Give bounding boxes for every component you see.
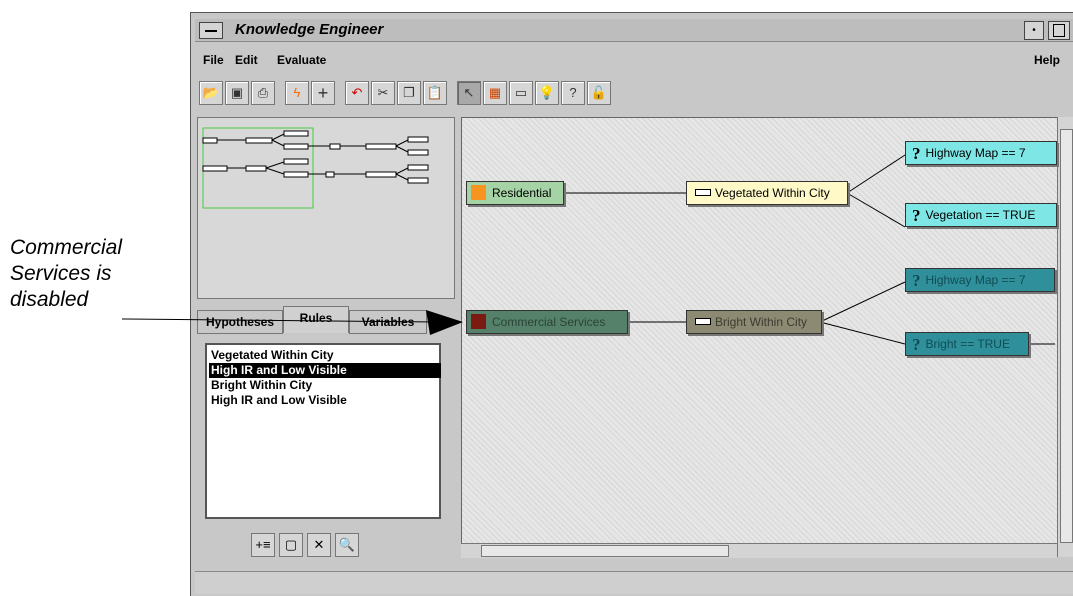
node-label: Commercial Services <box>492 315 606 329</box>
annotation: Commercial Services is disabled <box>10 235 122 313</box>
hypothesis-commercial-services[interactable]: Commercial Services <box>466 310 628 334</box>
tab-rules[interactable]: Rules <box>283 306 349 333</box>
tab-variables[interactable]: Variables <box>349 310 427 334</box>
variable-vegetation[interactable]: ? Vegetation == TRUE <box>905 203 1057 227</box>
node-label: Vegetation == TRUE <box>925 208 1036 222</box>
overview-map <box>202 127 429 209</box>
list-item[interactable]: Bright Within City <box>209 378 441 393</box>
window-menu-button[interactable] <box>199 22 223 39</box>
vertical-scrollbar[interactable] <box>1057 117 1073 557</box>
delete-icon[interactable]: ✕ <box>307 533 331 557</box>
menu-help[interactable]: Help <box>1034 53 1060 67</box>
menu-file[interactable]: File <box>203 53 224 67</box>
lightbulb-question-icon[interactable]: ? <box>561 81 585 105</box>
knowledge-engineer-window: Knowledge Engineer • File Edit Evaluate … <box>190 12 1073 596</box>
print-icon[interactable]: ⎙ <box>251 81 275 105</box>
node-label: Vegetated Within City <box>715 186 830 200</box>
overview-panel[interactable] <box>197 117 455 299</box>
hypothesis-color-swatch <box>471 314 486 330</box>
rule-icon[interactable]: ▭ <box>509 81 533 105</box>
node-label: Highway Map == 7 <box>925 273 1026 287</box>
open-folder-icon[interactable]: 📂 <box>199 81 223 105</box>
rule-icon <box>695 189 711 197</box>
frame-icon[interactable]: ▢ <box>279 533 303 557</box>
title-bar: Knowledge Engineer • <box>195 19 1073 42</box>
hypothesis-color-swatch <box>471 185 486 201</box>
rule-vegetated-within-city[interactable]: Vegetated Within City <box>686 181 848 205</box>
cut-icon[interactable]: ✂ <box>371 81 395 105</box>
hypothesis-residential[interactable]: Residential <box>466 181 564 205</box>
vertical-scroll-thumb[interactable] <box>1060 129 1073 543</box>
copy-icon[interactable]: ❐ <box>397 81 421 105</box>
rules-list[interactable]: Vegetated Within City High IR and Low Vi… <box>205 343 441 519</box>
lock-icon[interactable]: 🔓 <box>587 81 611 105</box>
rule-bright-within-city[interactable]: Bright Within City <box>686 310 822 334</box>
question-icon: ? <box>912 205 921 225</box>
lightbulb-icon[interactable]: 💡 <box>535 81 559 105</box>
rule-icon <box>695 318 711 326</box>
find-icon[interactable]: 🔍 <box>335 533 359 557</box>
minimize-button[interactable]: • <box>1024 21 1044 40</box>
node-label: Highway Map == 7 <box>925 146 1026 160</box>
save-icon[interactable]: ▣ <box>225 81 249 105</box>
variable-highway-map-2[interactable]: ? Highway Map == 7 <box>905 268 1055 292</box>
color-legend-icon[interactable]: ▦ <box>483 81 507 105</box>
horizontal-scrollbar[interactable] <box>461 543 1057 558</box>
list-item[interactable]: Vegetated Within City <box>209 348 441 363</box>
paste-icon[interactable]: 📋 <box>423 81 447 105</box>
list-item[interactable]: High IR and Low Visible <box>209 393 441 408</box>
annotation-line-1: Commercial <box>10 236 123 259</box>
lightning-icon[interactable]: ϟ <box>285 81 309 105</box>
list-item[interactable]: High IR and Low Visible <box>209 363 441 378</box>
tab-hypotheses[interactable]: Hypotheses <box>197 310 283 334</box>
undo-icon[interactable]: ↶ <box>345 81 369 105</box>
question-icon: ? <box>912 143 921 163</box>
add-list-icon[interactable]: +≡ <box>251 533 275 557</box>
menu-bar: File Edit Evaluate Help <box>195 49 1073 71</box>
node-label: Bright == TRUE <box>925 337 1010 351</box>
node-label: Residential <box>492 186 552 200</box>
node-label: Bright Within City <box>715 315 808 329</box>
annotation-line-2: Services is <box>10 262 112 285</box>
question-icon: ? <box>912 270 921 290</box>
window-title: Knowledge Engineer <box>235 21 384 38</box>
plus-icon[interactable]: + <box>311 81 335 105</box>
pointer-icon[interactable]: ↖ <box>457 81 481 105</box>
horizontal-scroll-thumb[interactable] <box>481 545 729 557</box>
menu-edit[interactable]: Edit <box>235 53 258 67</box>
menu-evaluate[interactable]: Evaluate <box>277 53 326 67</box>
panel-tabs: Hypotheses Rules Variables <box>197 306 453 336</box>
question-icon: ? <box>912 334 921 354</box>
variable-bright[interactable]: ? Bright == TRUE <box>905 332 1029 356</box>
status-bar <box>195 571 1073 594</box>
variable-highway-map-1[interactable]: ? Highway Map == 7 <box>905 141 1057 165</box>
maximize-button[interactable] <box>1048 21 1070 40</box>
annotation-line-3: disabled <box>10 288 89 311</box>
